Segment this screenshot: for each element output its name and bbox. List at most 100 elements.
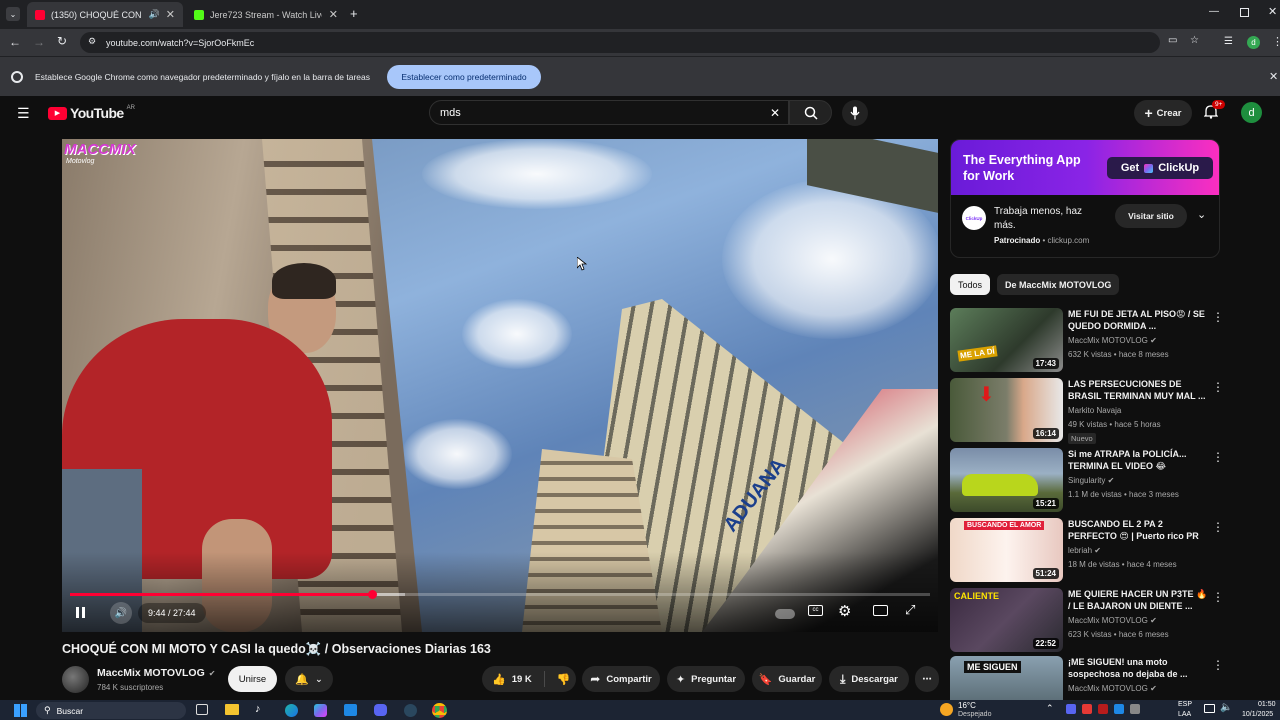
settings-gear-icon[interactable]: ⚙ [838, 602, 851, 620]
tab-youtube[interactable]: (1350) CHOQUÉ CON MI M 🔊 ✕ [27, 2, 183, 27]
more-vertical-icon[interactable]: ⋮ [1212, 310, 1224, 324]
ad-banner-cta[interactable]: Get ClickUp [1107, 157, 1213, 179]
video-title[interactable]: ME QUIERE HACER UN P3TE 🔥 / LE BAJARON U… [1068, 588, 1208, 612]
input-language[interactable]: ESP [1178, 701, 1192, 708]
reading-list-icon[interactable]: ☰ [1224, 36, 1233, 47]
chip-all[interactable]: Todos [950, 274, 991, 295]
list-item[interactable]: ME LA DÍ 17:43 ME FUI DE JETA AL PISO😡 /… [950, 308, 1224, 372]
tab-kick[interactable]: Jere723 Stream - Watch Live on ✕ [186, 2, 346, 27]
tiktok-icon[interactable]: ♪ [255, 703, 261, 715]
bookmark-star-icon[interactable]: ☆ [1190, 35, 1199, 46]
create-button[interactable]: + Crear [1134, 100, 1192, 126]
list-item[interactable]: CALIENTE 22:52 ME QUIERE HACER UN P3TE 🔥… [950, 588, 1224, 652]
youtube-logo[interactable]: ▶ YouTube AR [48, 105, 135, 121]
scrubber-handle[interactable] [367, 590, 377, 599]
list-item[interactable]: BUSCANDO EL AMOR 51:24 BUSCANDO EL 2 PA … [950, 518, 1224, 582]
reload-icon[interactable]: ↻ [57, 34, 67, 48]
miniplayer-icon[interactable] [873, 605, 888, 616]
windows-start-icon[interactable] [14, 704, 27, 717]
voice-search-button[interactable] [842, 100, 868, 126]
store-icon[interactable] [344, 704, 357, 716]
chip-channel[interactable]: De MaccMix MOTOVLOG [997, 274, 1120, 295]
more-vertical-icon[interactable]: ⋮ [1212, 520, 1224, 534]
address-bar[interactable]: ⚙ youtube.com/watch?v=SjorOoFkmEc ▭ ☆ [80, 32, 1199, 53]
download-button[interactable]: ⤓ Descargar [829, 666, 909, 692]
more-actions-button[interactable]: ⋯ [915, 666, 939, 692]
dislike-button[interactable]: 👎 [557, 673, 571, 686]
chevron-down-icon[interactable]: ⌄ [1197, 208, 1206, 221]
close-icon[interactable]: ✕ [1269, 70, 1278, 83]
video-title[interactable]: ¡ME SIGUEN! una moto sospechosa no dejab… [1068, 656, 1208, 680]
video-title[interactable]: Si me ATRAPA la POLICÍA... TERMINA EL VI… [1068, 448, 1208, 472]
profile-avatar[interactable]: d [1247, 36, 1260, 49]
chevron-up-icon[interactable]: ⌃ [1046, 703, 1054, 714]
autoplay-toggle[interactable] [775, 609, 795, 619]
ask-button[interactable]: ✦ Preguntar [667, 666, 745, 692]
copilot-icon[interactable] [314, 704, 327, 717]
channel-name[interactable]: lebriah ✔ [1068, 546, 1101, 555]
back-arrow-icon[interactable]: ← [9, 35, 21, 49]
more-vertical-icon[interactable]: ⋮ [1212, 380, 1224, 394]
cast-icon[interactable]: ▭ [1168, 35, 1177, 46]
chrome-icon[interactable] [432, 703, 447, 718]
subtitles-icon[interactable]: cc [808, 605, 823, 616]
channel-avatar[interactable] [62, 666, 89, 693]
subscribed-notifications-button[interactable]: 🔔 ⌄ [285, 666, 333, 692]
list-item[interactable]: ME SIGUEN ¡ME SIGUEN! una moto sospechos… [950, 656, 1220, 700]
taskbar-search[interactable]: ⚲ Buscar [36, 702, 186, 719]
tray-icons[interactable] [1066, 704, 1140, 714]
speaker-icon[interactable]: 🔊 [149, 9, 160, 20]
channel-name[interactable]: MaccMix MOTOVLOG ✔ [1068, 336, 1157, 345]
close-icon[interactable]: ✕ [329, 8, 338, 21]
more-vertical-icon[interactable]: ⋮ [1212, 450, 1224, 464]
sponsored-ad[interactable]: The Everything App for Work Get ClickUp … [950, 139, 1220, 258]
search-input[interactable]: mds ✕ [429, 100, 789, 125]
channel-name[interactable]: MaccMix MOTOVLOG ✔ [1068, 684, 1157, 693]
ad-banner[interactable]: The Everything App for Work Get ClickUp [951, 140, 1219, 195]
fullscreen-icon[interactable]: ⤢ [905, 602, 915, 618]
pause-button[interactable] [76, 607, 85, 618]
channel-name[interactable]: Singularity ✔ [1068, 476, 1114, 485]
video-thumbnail[interactable]: ME LA DÍ 17:43 [950, 308, 1063, 372]
channel-name[interactable]: Markito Navaja [1068, 406, 1121, 415]
volume-icon[interactable]: 🔈 [1220, 702, 1232, 713]
close-window-button[interactable]: ✕ [1268, 5, 1277, 18]
more-vertical-icon[interactable]: ⋮ [1212, 658, 1220, 672]
video-title[interactable]: ME FUI DE JETA AL PISO😡 / SE QUEDO DORMI… [1068, 308, 1208, 332]
video-thumbnail[interactable]: BUSCANDO EL AMOR 51:24 [950, 518, 1063, 582]
tray-app-icon[interactable] [1066, 704, 1076, 714]
set-default-button[interactable]: Establecer como predeterminado [387, 65, 541, 89]
file-explorer-icon[interactable] [225, 704, 239, 715]
visit-site-button[interactable]: Visitar sitio [1115, 204, 1187, 228]
video-thumbnail[interactable]: ME SIGUEN [950, 656, 1063, 700]
like-button[interactable]: 👍 19 K [492, 673, 532, 686]
join-button[interactable]: Unirse [228, 666, 277, 692]
video-thumbnail[interactable]: 15:21 [950, 448, 1063, 512]
edge-icon[interactable] [285, 704, 298, 717]
network-icon[interactable] [1204, 704, 1215, 713]
channel-name[interactable]: MaccMix MOTOVLOG ✔ [1068, 616, 1157, 625]
task-view-icon[interactable] [196, 704, 208, 715]
tray-app-icon[interactable] [1082, 704, 1092, 714]
close-icon[interactable]: ✕ [166, 8, 175, 21]
save-button[interactable]: 🔖 Guardar [752, 666, 822, 692]
volume-button[interactable]: 🔊 [110, 602, 132, 624]
minimize-button[interactable]: — [1209, 6, 1219, 17]
maximize-button[interactable] [1240, 8, 1249, 17]
list-item[interactable]: 15:21 Si me ATRAPA la POLICÍA... TERMINA… [950, 448, 1224, 512]
search-button[interactable] [789, 100, 832, 125]
tray-app-icon[interactable] [1130, 704, 1140, 714]
forward-arrow-icon[interactable]: → [33, 35, 45, 49]
video-title[interactable]: LAS PERSECUCIONES DE BRASIL TERMINAN MUY… [1068, 378, 1208, 402]
steam-icon[interactable] [404, 704, 417, 717]
share-button[interactable]: ➦ Compartir [582, 666, 660, 692]
tray-app-icon[interactable] [1098, 704, 1108, 714]
hamburger-menu-icon[interactable]: ☰ [17, 105, 30, 122]
clear-search-icon[interactable]: ✕ [770, 106, 780, 120]
video-player[interactable]: ADUANA MACCMIX Motovlog 🔊 9:44 / 27:44 c… [62, 139, 938, 632]
progress-track[interactable] [70, 590, 930, 599]
chrome-menu-icon[interactable]: ⋮ [1272, 35, 1280, 48]
discord-icon[interactable] [374, 704, 387, 716]
site-info-icon[interactable]: ⚙ [88, 36, 96, 47]
tab-search-button[interactable]: ⌄ [6, 7, 20, 21]
